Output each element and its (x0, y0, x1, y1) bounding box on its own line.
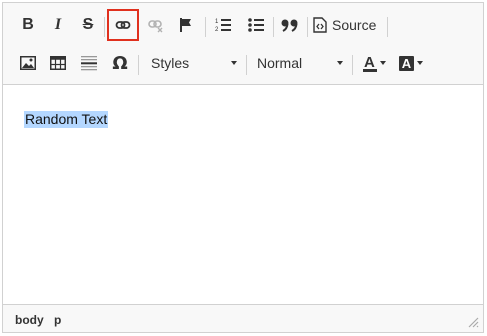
background-color-icon: A (399, 55, 414, 71)
styles-dropdown-label: Styles (151, 55, 190, 71)
editor-content-area[interactable]: Random Text (3, 86, 483, 304)
unlink-icon (148, 20, 163, 33)
bold-icon: B (22, 16, 34, 33)
svg-text:1: 1 (215, 19, 219, 25)
toolbar-separator (273, 17, 274, 37)
image-icon (20, 56, 36, 70)
toolbar-separator (138, 55, 139, 75)
table-button[interactable] (45, 49, 71, 77)
table-icon (50, 56, 66, 70)
editor-toolbar: B I S 1 2 Source Ω Styles Normal A A (3, 3, 483, 85)
svg-text:2: 2 (215, 27, 219, 33)
toolbar-separator (387, 17, 388, 37)
numbered-list-button[interactable]: 1 2 (210, 11, 236, 39)
omega-icon: Ω (112, 52, 128, 74)
numbered-list-icon: 1 2 (215, 19, 231, 33)
toolbar-separator (104, 17, 105, 37)
unlink-button[interactable] (143, 11, 169, 39)
format-dropdown[interactable]: Normal (251, 49, 349, 77)
styles-dropdown[interactable]: Styles (145, 49, 243, 77)
toolbar-separator (352, 55, 353, 75)
element-path-p[interactable]: p (54, 313, 61, 327)
source-label: Source (332, 17, 377, 33)
source-icon (313, 17, 327, 33)
rich-text-editor: B I S 1 2 Source Ω Styles Normal A A Ran… (2, 2, 484, 333)
italic-button[interactable]: I (45, 11, 71, 39)
text-color-button[interactable]: A (359, 49, 389, 77)
toolbar-separator (205, 17, 206, 37)
selected-text[interactable]: Random Text (24, 111, 109, 128)
element-path-body[interactable]: body (15, 313, 44, 327)
flag-icon (180, 18, 191, 32)
italic-icon: I (54, 16, 62, 33)
chevron-down-icon (417, 61, 423, 65)
bulleted-list-icon (248, 18, 264, 32)
toolbar-separator (307, 17, 308, 37)
quote-icon (281, 19, 298, 32)
link-button[interactable] (107, 9, 139, 41)
horizontal-line-button[interactable] (76, 49, 102, 77)
special-character-button[interactable]: Ω (107, 49, 133, 77)
toolbar-separator (246, 55, 247, 75)
blockquote-button[interactable] (277, 11, 303, 39)
format-dropdown-label: Normal (257, 55, 303, 71)
image-button[interactable] (15, 49, 41, 77)
bulleted-list-button[interactable] (243, 11, 269, 39)
link-icon (115, 21, 131, 29)
editor-status-bar: body p (3, 304, 483, 332)
chevron-down-icon (380, 61, 386, 65)
horizontal-line-icon (81, 56, 97, 71)
chevron-down-icon (231, 61, 237, 65)
chevron-down-icon (337, 61, 343, 65)
text-color-icon: A (363, 54, 377, 72)
bold-button[interactable]: B (15, 11, 41, 39)
strikethrough-button[interactable]: S (75, 11, 101, 39)
source-button[interactable]: Source (313, 11, 381, 39)
resize-grip-icon[interactable] (468, 317, 479, 328)
strikethrough-icon: S (82, 16, 94, 33)
anchor-button[interactable] (173, 11, 199, 39)
background-color-button[interactable]: A (395, 49, 425, 77)
